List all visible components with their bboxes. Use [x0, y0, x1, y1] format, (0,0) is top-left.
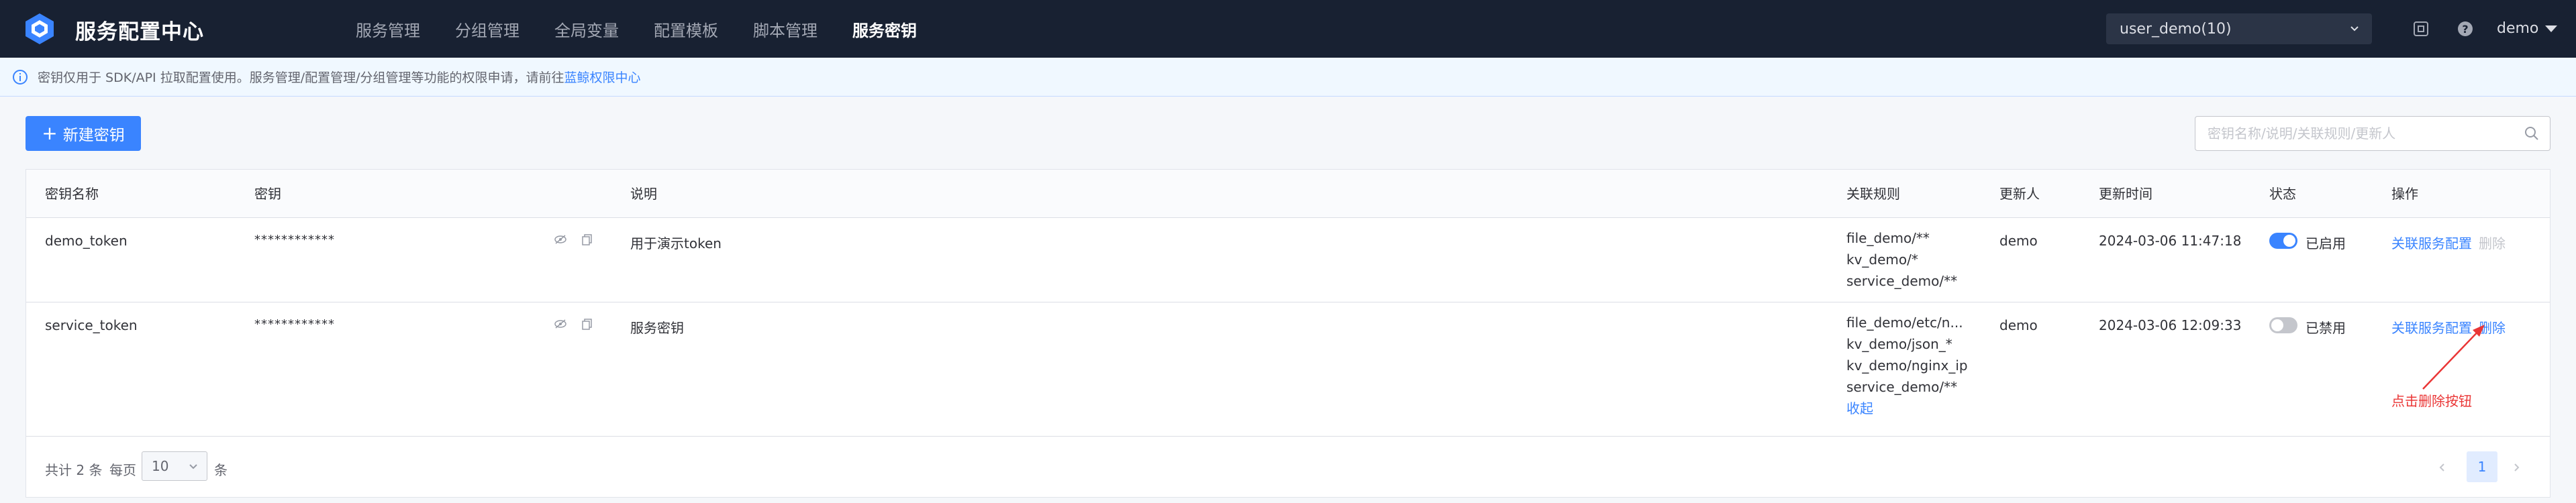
business-select-value: user_demo(10) [2120, 20, 2232, 38]
eye-off-icon[interactable] [554, 317, 567, 331]
caret-down-icon [2545, 25, 2558, 32]
key-value: ************ [254, 233, 335, 247]
search-icon[interactable] [2524, 126, 2539, 141]
column-header-rules: 关联规则 [1846, 186, 1900, 202]
main-nav: 服务管理 分组管理 全局变量 配置模板 脚本管理 服务密钥 [356, 0, 952, 58]
column-header-status: 状态 [2269, 186, 2296, 202]
annotation-arrow-icon [2422, 325, 2485, 390]
info-banner: 密钥仅用于 SDK/API 拉取配置使用。服务管理/配置管理/分组管理等功能的权… [0, 58, 2576, 97]
rule-item: service_demo/** [1846, 273, 1958, 289]
app-title: 服务配置中心 [75, 20, 204, 44]
nav-item-script-management[interactable]: 脚本管理 [753, 17, 818, 41]
key-name: demo_token [45, 233, 128, 249]
associate-config-link[interactable]: 关联服务配置 [2391, 233, 2472, 252]
key-description: 服务密钥 [630, 320, 684, 336]
page-size-value: 10 [152, 458, 169, 474]
status-toggle[interactable] [2269, 317, 2297, 333]
search-box [2195, 116, 2550, 151]
chevron-down-icon [2350, 26, 2359, 32]
updated-time: 2024-03-06 11:47:18 [2099, 233, 2242, 249]
per-page-unit: 条 [214, 462, 228, 478]
nav-item-service-management[interactable]: 服务管理 [356, 17, 420, 41]
permission-center-link[interactable]: 蓝鲸权限中心 [564, 68, 641, 86]
delete-button[interactable]: 删除 [2479, 233, 2506, 252]
table-footer: 共计 2 条 每页 10 条 1 [26, 437, 2550, 498]
chevron-down-icon [189, 464, 197, 469]
next-page-button[interactable] [2503, 453, 2530, 482]
table-row: service_token ************ 服务密钥 file_dem… [26, 302, 2550, 437]
collapse-rules-link[interactable]: 收起 [1846, 398, 1968, 419]
create-key-button[interactable]: + 新建密钥 [26, 116, 141, 151]
column-header-name: 密钥名称 [45, 186, 99, 202]
associated-rules: file_demo/** kv_demo/* service_demo/** [1846, 227, 1957, 292]
copy-icon[interactable] [581, 317, 594, 331]
copy-icon[interactable] [581, 233, 594, 246]
key-description: 用于演示token [630, 235, 722, 252]
updated-time: 2024-03-06 12:09:33 [2099, 317, 2242, 333]
key-name: service_token [45, 317, 138, 333]
chevron-left-icon [2439, 463, 2444, 471]
page-size-select[interactable]: 10 [142, 451, 207, 481]
column-header-updated: 更新时间 [2099, 186, 2152, 202]
toggle-knob [2283, 235, 2295, 247]
rule-item: kv_demo/json_* [1846, 336, 1952, 352]
column-header-key: 密钥 [254, 186, 281, 202]
help-center-icon[interactable] [2412, 20, 2430, 38]
nav-item-global-variables[interactable]: 全局变量 [554, 17, 619, 41]
plus-icon: + [42, 122, 58, 144]
nav-item-config-templates[interactable]: 配置模板 [654, 17, 718, 41]
notice-text: 密钥仅用于 SDK/API 拉取配置使用。服务管理/配置管理/分组管理等功能的权… [38, 70, 564, 85]
user-menu[interactable]: demo [2497, 20, 2558, 37]
nav-item-service-keys[interactable]: 服务密钥 [852, 17, 917, 41]
status-toggle[interactable] [2269, 233, 2297, 249]
create-key-label: 新建密钥 [62, 127, 125, 144]
info-icon [13, 69, 28, 85]
table-header: 密钥名称 密钥 说明 关联规则 更新人 更新时间 状态 操作 [26, 170, 2550, 218]
business-select[interactable]: user_demo(10) [2106, 13, 2372, 44]
top-nav-bar: 服务配置中心 服务管理 分组管理 全局变量 配置模板 脚本管理 服务密钥 use… [0, 0, 2576, 58]
table-row: demo_token ************ 用于演示token file_d… [26, 218, 2550, 302]
column-header-desc: 说明 [630, 186, 657, 202]
rule-item: kv_demo/nginx_ip [1846, 357, 1968, 374]
page-number-button[interactable]: 1 [2467, 451, 2497, 482]
total-count: 共计 2 条 [45, 462, 103, 478]
chevron-right-icon [2514, 463, 2520, 471]
toggle-knob [2271, 319, 2283, 331]
rule-item: file_demo/etc/n... [1846, 315, 1963, 331]
updater: demo [1999, 317, 2038, 333]
updater: demo [1999, 233, 2038, 249]
keys-table: 密钥名称 密钥 说明 关联规则 更新人 更新时间 状态 操作 demo_toke… [26, 169, 2550, 498]
nav-item-group-management[interactable]: 分组管理 [455, 17, 519, 41]
rule-item: kv_demo/* [1846, 252, 1918, 268]
annotation-label: 点击删除按钮 [2391, 393, 2472, 409]
column-header-actions: 操作 [2391, 186, 2418, 202]
eye-off-icon[interactable] [554, 233, 567, 246]
associated-rules: file_demo/etc/n... kv_demo/json_* kv_dem… [1846, 312, 1968, 419]
user-name: demo [2497, 20, 2539, 37]
per-page-label: 每页 [109, 462, 136, 478]
key-value: ************ [254, 317, 335, 331]
search-input[interactable] [2195, 117, 2511, 150]
app-logo-icon [26, 13, 54, 44]
status-label: 已启用 [2306, 235, 2346, 252]
rule-item: file_demo/** [1846, 230, 1930, 246]
question-icon[interactable]: ? [2457, 20, 2474, 38]
status-label: 已禁用 [2306, 320, 2346, 336]
prev-page-button[interactable] [2429, 453, 2456, 482]
column-header-updater: 更新人 [1999, 186, 2040, 202]
rule-item: service_demo/** [1846, 379, 1958, 395]
svg-text:?: ? [2462, 23, 2468, 36]
